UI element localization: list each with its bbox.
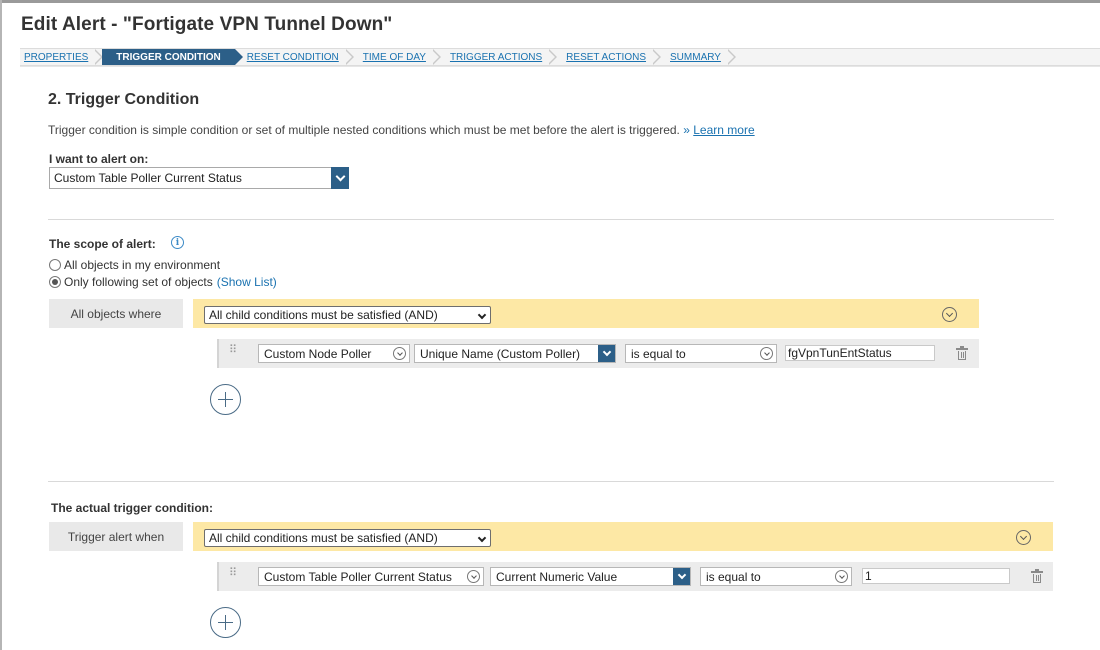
radio-all-objects[interactable]	[49, 259, 61, 271]
info-icon[interactable]: i	[171, 236, 184, 249]
trigger-operator-value: is equal to	[706, 569, 761, 584]
alert-on-label: I want to alert on:	[49, 152, 149, 166]
trigger-entity-value: Custom Table Poller Current Status	[264, 569, 452, 584]
alert-on-value: Custom Table Poller Current Status	[54, 171, 242, 185]
scope-operator-select[interactable]: is equal to	[625, 344, 777, 363]
trigger-property-value: Current Numeric Value	[496, 569, 618, 584]
section-heading: 2. Trigger Condition	[48, 91, 200, 108]
wizard-step-reset-condition[interactable]: RESET CONDITION	[235, 49, 354, 65]
divider	[48, 481, 1054, 482]
chevron-down-icon	[477, 533, 487, 543]
divider	[48, 219, 1054, 220]
chevron-down-icon	[945, 309, 954, 317]
scope-value-input[interactable]: fgVpnTunEntStatus	[785, 345, 935, 361]
add-scope-condition-button[interactable]	[210, 384, 241, 415]
trigger-operator-select[interactable]: is equal to	[700, 567, 852, 586]
chevron-down-icon	[467, 570, 480, 583]
scope-entity-value: Custom Node Poller	[264, 346, 372, 361]
scope-entity-select[interactable]: Custom Node Poller	[258, 344, 410, 363]
window-top-border	[0, 0, 1100, 3]
drag-handle-icon[interactable]: ⠿	[229, 345, 238, 356]
show-list-link[interactable]: (Show List)	[217, 275, 277, 289]
page-title: Edit Alert - "Fortigate VPN Tunnel Down"	[21, 14, 393, 35]
scope-logic-select[interactable]: All child conditions must be satisfied (…	[204, 306, 491, 324]
wizard-step-reset-actions[interactable]: RESET ACTIONS	[556, 49, 661, 65]
scope-group-collapse-button[interactable]	[942, 307, 957, 322]
chevron-down-icon	[760, 347, 773, 360]
delete-trash-icon[interactable]	[1031, 569, 1043, 583]
delete-trash-icon[interactable]	[956, 346, 968, 360]
wizard-steps: PROPERTIES TRIGGER CONDITION RESET CONDI…	[20, 48, 1100, 66]
trigger-group-collapse-button[interactable]	[1016, 530, 1031, 545]
chevron-down-icon	[1019, 532, 1028, 540]
learn-more-arrow: »	[683, 123, 690, 137]
scope-option-all[interactable]: All objects in my environment	[49, 258, 220, 272]
scope-property-value: Unique Name (Custom Poller)	[420, 346, 581, 361]
chevron-down-icon	[393, 347, 406, 360]
wizard-step-trigger-actions[interactable]: TRIGGER ACTIONS	[440, 49, 558, 65]
section-description: Trigger condition is simple condition or…	[48, 123, 755, 137]
alert-on-select[interactable]: Custom Table Poller Current Status	[49, 167, 349, 189]
trigger-property-select[interactable]: Current Numeric Value	[490, 567, 691, 586]
scope-option-all-label: All objects in my environment	[64, 258, 221, 272]
wizard-step-summary[interactable]: SUMMARY	[660, 49, 736, 65]
chevron-down-icon	[835, 570, 848, 583]
scope-label: The scope of alert:	[49, 237, 156, 251]
wizard-step-time-of-day[interactable]: TIME OF DAY	[353, 49, 442, 65]
scope-property-select[interactable]: Unique Name (Custom Poller)	[414, 344, 616, 363]
chevron-down-icon[interactable]	[331, 167, 349, 189]
scope-option-following-label: Only following set of objects	[64, 275, 213, 289]
trigger-entity-select[interactable]: Custom Table Poller Current Status	[258, 567, 484, 586]
drag-handle-icon[interactable]: ⠿	[229, 568, 238, 579]
scope-option-following[interactable]: Only following set of objects (Show List…	[49, 275, 277, 289]
scope-group-label: All objects where	[49, 299, 183, 328]
description-text: Trigger condition is simple condition or…	[48, 123, 680, 137]
add-trigger-condition-button[interactable]	[210, 607, 241, 638]
trigger-value-input[interactable]: 1	[862, 568, 1010, 584]
chevron-down-icon[interactable]	[673, 568, 690, 585]
chevron-down-icon	[477, 310, 487, 320]
wizard-step-trigger-condition[interactable]: TRIGGER CONDITION	[102, 49, 244, 65]
trigger-label: The actual trigger condition:	[51, 501, 214, 515]
radio-following-objects[interactable]	[49, 276, 61, 288]
learn-more-link[interactable]: Learn more	[693, 123, 754, 137]
trigger-logic-value: All child conditions must be satisfied (…	[209, 531, 438, 545]
wizard-step-properties[interactable]: PROPERTIES	[20, 49, 104, 65]
window-left-border	[0, 0, 2, 650]
scope-logic-value: All child conditions must be satisfied (…	[209, 308, 438, 322]
trigger-logic-select[interactable]: All child conditions must be satisfied (…	[204, 529, 491, 547]
trigger-group-label: Trigger alert when	[49, 522, 183, 551]
chevron-down-icon[interactable]	[598, 345, 615, 362]
scope-operator-value: is equal to	[631, 346, 686, 361]
